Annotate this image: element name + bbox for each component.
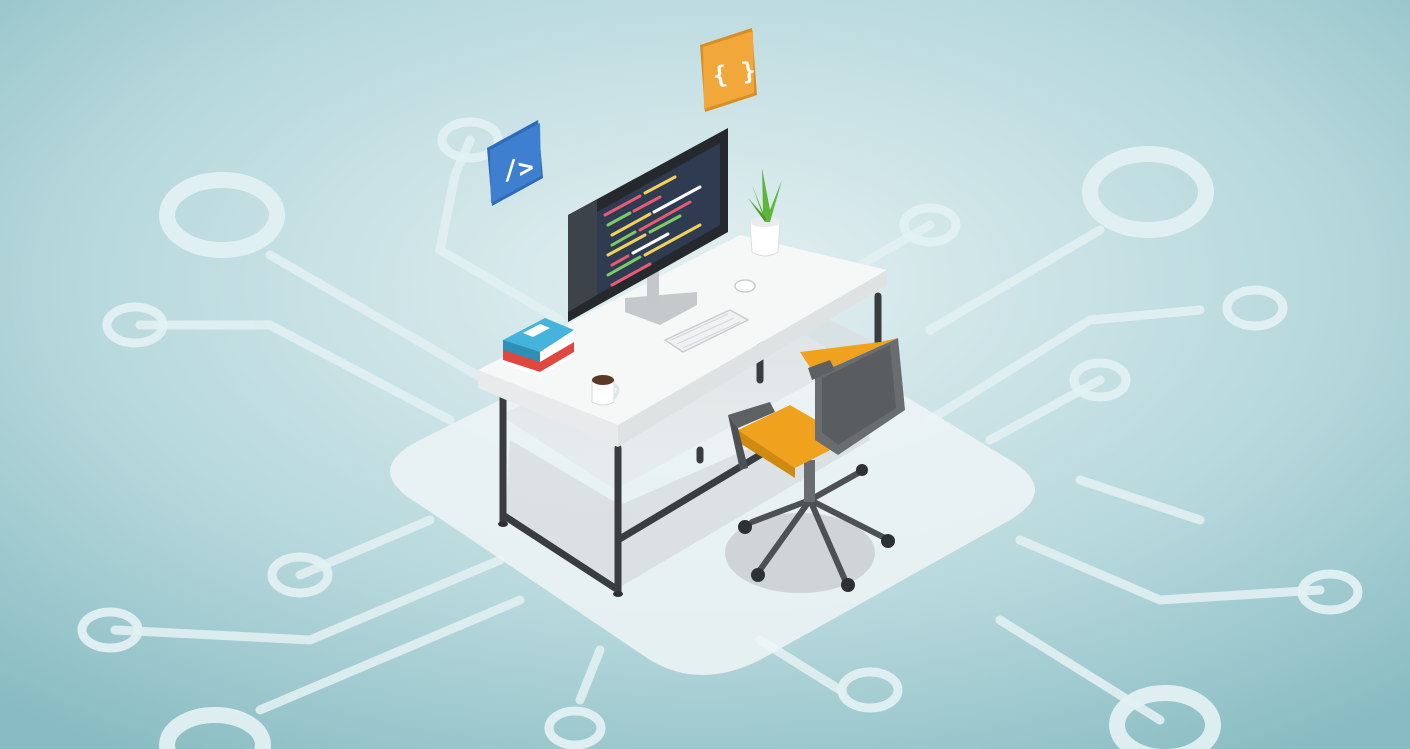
coffee-mug [591,375,620,406]
code-tag-icon: /> [501,153,536,187]
mouse [734,279,756,293]
curly-braces-icon: { } [711,56,758,90]
workspace-illustration: /> { } [0,0,1410,749]
